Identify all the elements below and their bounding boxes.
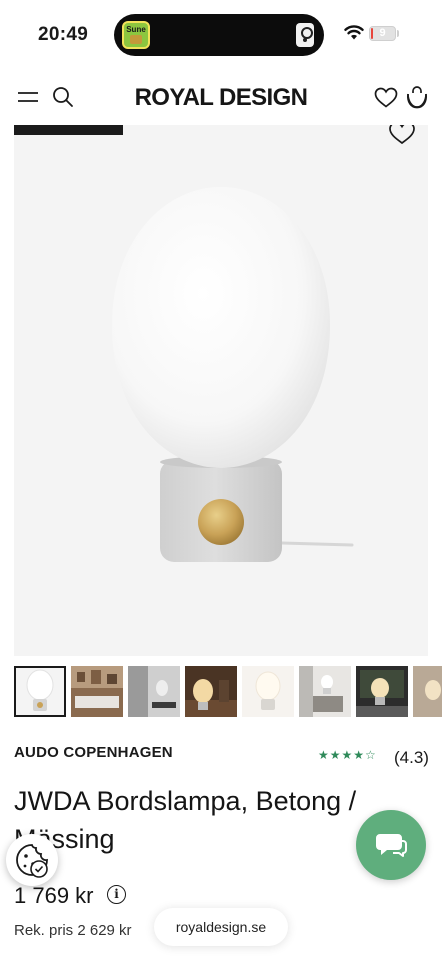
battery-cap [397,30,399,37]
thumbnail-4[interactable] [185,666,237,717]
cookie-settings-button[interactable] [6,834,58,886]
speaker-icon [296,23,314,47]
browser-url-pill[interactable]: royaldesign.se [154,908,288,946]
thumbnail-3[interactable] [128,666,180,717]
dynamic-island[interactable]: Sune [114,14,324,56]
rating-value[interactable]: (4.3) [394,748,429,768]
thumbnail-strip[interactable] [14,666,442,717]
add-to-wishlist-heart-icon[interactable] [388,125,416,145]
shopping-bag-icon[interactable] [406,85,428,109]
product-badge [14,125,123,135]
product-title: JWDA Bordslampa, Betong / Mässing [14,786,357,854]
product-image[interactable] [14,125,428,656]
thumbnail-2[interactable] [71,666,123,717]
thumbnail-5[interactable] [242,666,294,717]
chat-icon [376,834,407,857]
island-app-label: Sune [126,25,146,34]
battery-level: 9 [379,27,386,39]
chat-button[interactable] [356,810,426,880]
original-price: Rek. pris 2 629 kr [14,922,132,939]
heart-icon[interactable] [374,87,398,108]
site-header: ROYAL DESIGN [0,70,442,125]
status-bar: 20:49 Sune 9 [0,0,442,70]
product-brand-link[interactable]: AUDO COPENHAGEN [14,744,173,761]
battery-icon: 9 [369,26,396,41]
wifi-icon [344,25,364,40]
cookie-icon [16,844,48,878]
lamp-image [112,187,354,562]
status-time: 20:49 [38,24,89,45]
info-icon[interactable]: i [107,885,126,904]
product-price: 1 769 kr [14,883,94,908]
thumbnail-7[interactable] [356,666,408,717]
thumbnail-6[interactable] [299,666,351,717]
thumbnail-1[interactable] [14,666,66,717]
island-app-icon: Sune [122,21,150,49]
rating-stars[interactable]: ★★★★☆ [318,748,377,762]
thumbnail-8[interactable] [413,666,442,717]
